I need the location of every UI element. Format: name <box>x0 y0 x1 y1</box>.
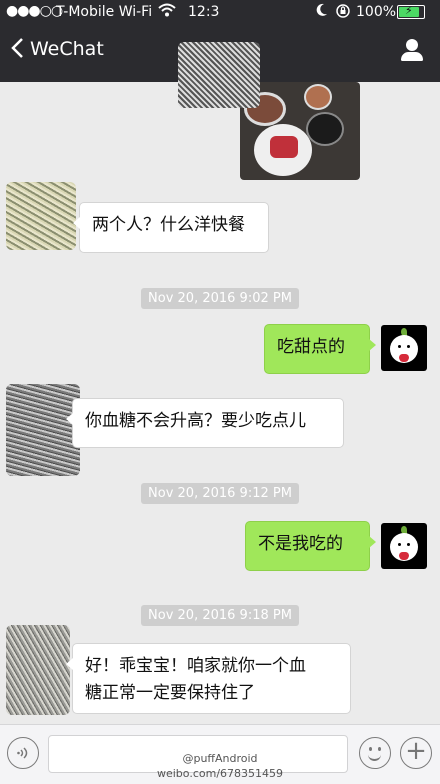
message-timestamp: Nov 20, 2016 9:12 PM <box>141 483 299 504</box>
contact-avatar[interactable] <box>6 384 80 476</box>
redaction-scribble <box>178 42 260 108</box>
chevron-left-icon <box>10 37 24 65</box>
message-bubble-incoming[interactable]: 两个人？什么洋快餐 <box>73 202 269 253</box>
message-text-line: 糖正常一定要保持住了 <box>85 683 255 703</box>
message-bubble-outgoing[interactable]: 吃甜点的 <box>264 324 376 374</box>
user-avatar[interactable] <box>381 523 427 569</box>
message-bubble-incoming[interactable]: 好！乖宝宝！咱家就你一个血 糖正常一定要保持住了 <box>66 643 351 714</box>
message-timestamp: Nov 20, 2016 9:02 PM <box>141 288 299 309</box>
message-bubble-incoming[interactable]: 你血糖不会升高？要少吃点儿 <box>66 398 344 448</box>
do-not-disturb-icon <box>316 3 328 21</box>
signal-strength: ●●●○○ <box>6 3 63 19</box>
user-avatar[interactable] <box>381 325 427 371</box>
contact-avatar[interactable] <box>6 625 70 715</box>
battery-icon: ⚡ <box>397 4 425 19</box>
carrier-name: T-Mobile Wi-Fi <box>56 4 153 20</box>
watermark-handle: @puffAndroid <box>182 752 258 765</box>
chat-area[interactable]: 两个人？什么洋快餐 Nov 20, 2016 9:02 PM 吃甜点的 你血糖不… <box>0 42 440 724</box>
back-label: WeChat <box>30 38 104 60</box>
message-text: 你血糖不会升高？要少吃点儿 <box>85 411 306 431</box>
message-text: 吃甜点的 <box>277 337 345 357</box>
rotation-lock-icon <box>335 3 351 23</box>
wifi-icon <box>158 3 176 21</box>
status-bar: ●●●○○ T-Mobile Wi-Fi 12:3 100% ⚡ <box>0 0 440 24</box>
message-text: 两个人？什么洋快餐 <box>92 215 245 235</box>
status-time: 12:3 <box>188 4 220 20</box>
battery-percent: 100% <box>356 4 397 20</box>
message-text: 不是我吃的 <box>258 534 343 554</box>
message-text-line: 好！乖宝宝！咱家就你一个血 <box>85 656 306 676</box>
watermark-url: weibo.com/678351459 <box>156 767 284 780</box>
person-icon[interactable] <box>400 38 424 62</box>
back-button[interactable]: WeChat <box>10 36 110 66</box>
contact-avatar[interactable] <box>6 182 76 250</box>
message-bubble-outgoing[interactable]: 不是我吃的 <box>245 521 376 571</box>
message-timestamp: Nov 20, 2016 9:18 PM <box>141 605 299 626</box>
